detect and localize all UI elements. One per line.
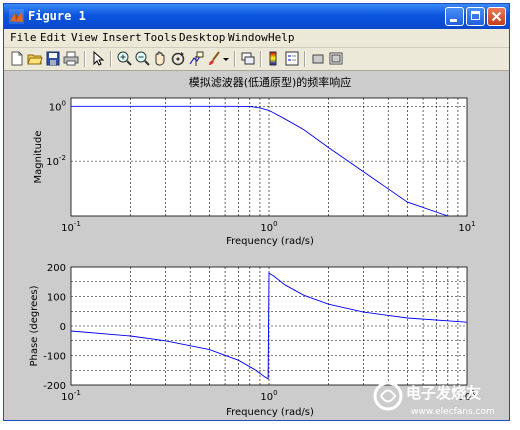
window-title: Figure 1 <box>28 9 86 23</box>
menu-help[interactable]: Help <box>268 31 295 45</box>
phase-ytick-label: 200 <box>47 263 66 274</box>
plot-title: 模拟滤波器(低通原型)的频率响应 <box>189 75 352 89</box>
watermark-text-en: www.elecfans.com <box>411 407 495 417</box>
toolbar-separator <box>110 51 112 67</box>
menu-window[interactable]: Window <box>228 31 268 45</box>
toolbar <box>4 48 509 71</box>
phase-xtick-label: 10-1 <box>61 389 81 403</box>
minimize-icon <box>450 19 457 22</box>
close-icon <box>491 11 502 22</box>
watermark-logo-swirl <box>380 389 397 403</box>
minimize-button[interactable] <box>445 7 464 26</box>
pointer-icon[interactable] <box>90 50 106 67</box>
pan-icon[interactable] <box>152 50 168 67</box>
open-file-icon[interactable] <box>27 50 43 67</box>
matlab-icon <box>9 9 24 24</box>
phase-ytick-label: 100 <box>47 293 66 304</box>
toolbar-separator <box>304 51 306 67</box>
phase-xlabel: Frequency (rad/s) <box>226 407 314 418</box>
close-button[interactable] <box>487 7 506 26</box>
zoom-in-icon[interactable] <box>116 50 132 67</box>
print-icon[interactable] <box>63 50 79 67</box>
colorbar-icon[interactable] <box>266 50 282 67</box>
magnitude-xtick-label: 101 <box>458 220 475 234</box>
legend-icon[interactable] <box>284 50 300 67</box>
figure-window: Figure 1 File Edit View Insert Tools Des… <box>3 3 510 421</box>
menu-insert[interactable]: Insert <box>102 31 142 45</box>
watermark: 电子发烧友 www.elecfans.com <box>373 381 495 417</box>
dropdown-arrow-icon[interactable] <box>222 50 230 67</box>
menu-view[interactable]: View <box>71 31 98 45</box>
menu-edit[interactable]: Edit <box>40 31 67 45</box>
menu-desktop[interactable]: Desktop <box>179 31 225 45</box>
save-icon[interactable] <box>45 50 61 67</box>
menu-bar: File Edit View Insert Tools Desktop Wind… <box>4 29 509 48</box>
show-plot-tools-icon[interactable] <box>328 50 344 67</box>
magnitude-xlabel: Frequency (rad/s) <box>226 236 314 247</box>
brush-icon[interactable] <box>206 50 222 67</box>
zoom-out-icon[interactable] <box>134 50 150 67</box>
toolbar-separator <box>84 51 86 67</box>
toolbar-separator <box>234 51 236 67</box>
magnitude-grid <box>71 98 467 216</box>
maximize-button[interactable] <box>466 7 485 26</box>
phase-xtick-label: 100 <box>260 389 277 403</box>
phase-ytick-label: -100 <box>43 352 66 363</box>
menu-file[interactable]: File <box>10 31 37 45</box>
magnitude-xtick-label: 10-1 <box>61 220 81 234</box>
data-cursor-icon[interactable] <box>188 50 204 67</box>
phase-ytick-label: -200 <box>43 381 66 392</box>
hide-plot-tools-icon[interactable] <box>310 50 326 67</box>
magnitude-xtick-label: 100 <box>260 220 277 234</box>
plot-canvas: 模拟滤波器(低通原型)的频率响应 100 10-2 10-1 100 101 Magni… <box>29 75 495 418</box>
magnitude-ytick-label: 100 <box>49 99 66 113</box>
magnitude-ytick-label: 10-2 <box>46 154 66 168</box>
figure-canvas[interactable]: 模拟滤波器(低通原型)的频率响应 100 10-2 10-1 100 101 Magni… <box>4 71 509 420</box>
rotate-icon[interactable] <box>170 50 186 67</box>
maximize-icon <box>471 11 480 20</box>
title-bar[interactable]: Figure 1 <box>4 4 509 29</box>
phase-ylabel: Phase (degrees) <box>29 285 40 366</box>
menu-tools[interactable]: Tools <box>144 31 177 45</box>
phase-ytick-label: 0 <box>60 322 66 333</box>
toolbar-separator <box>260 51 262 67</box>
magnitude-ylabel: Magnitude <box>33 131 44 184</box>
link-icon[interactable] <box>240 50 256 67</box>
new-figure-icon[interactable] <box>9 50 25 67</box>
watermark-text-cn: 电子发烧友 <box>406 384 481 402</box>
watermark-logo-icon <box>373 381 403 411</box>
